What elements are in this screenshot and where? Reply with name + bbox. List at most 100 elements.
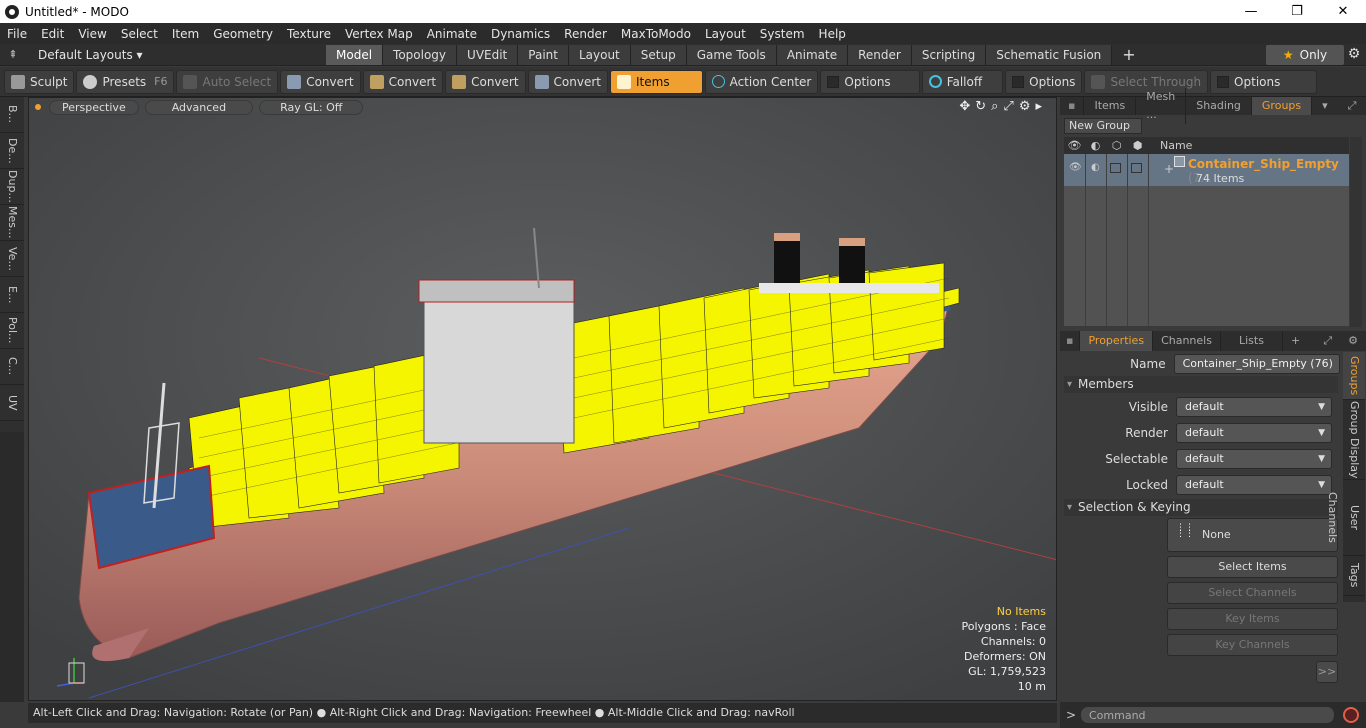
left-tab-uv[interactable]: UV — [0, 385, 24, 421]
tabs-dropdown-icon[interactable]: ▾ — [1312, 97, 1338, 115]
tab-shading[interactable]: Shading — [1186, 97, 1252, 115]
viewport-gear-icon[interactable]: ⚙ — [1019, 99, 1031, 114]
tab-render[interactable]: Render — [848, 44, 912, 65]
more-button[interactable]: >> — [1316, 661, 1338, 683]
left-tab-polygon[interactable]: Pol... — [0, 313, 24, 349]
side-tab-group-display[interactable]: Group Display — [1343, 400, 1365, 480]
menu-file[interactable]: File — [0, 27, 34, 41]
tab-schematic-fusion[interactable]: Schematic Fusion — [986, 44, 1113, 65]
tab-setup[interactable]: Setup — [630, 44, 687, 65]
select-toggle[interactable] — [1110, 163, 1121, 173]
expand-icon[interactable]: + — [1164, 162, 1174, 176]
eye-icon[interactable]: 👁 — [1069, 162, 1082, 173]
left-tab-edge[interactable]: E... — [0, 277, 24, 313]
tab-topology[interactable]: Topology — [383, 44, 458, 65]
properties-menu-icon[interactable]: ▪ — [1060, 331, 1081, 351]
maximize-button[interactable]: ❐ — [1274, 0, 1320, 23]
command-input[interactable]: Command — [1080, 706, 1335, 724]
convert-button-4[interactable]: Convert — [527, 69, 608, 94]
properties-expand-icon[interactable]: ⤢ — [1315, 331, 1340, 351]
add-tab-button[interactable]: + — [1112, 45, 1145, 65]
side-tab-tags[interactable]: Tags — [1343, 556, 1365, 596]
left-tab-curve[interactable]: C... — [0, 349, 24, 385]
menu-layout[interactable]: Layout — [698, 27, 753, 41]
only-button[interactable]: ★ Only — [1266, 45, 1344, 65]
raygl-button[interactable]: Ray GL: Off — [259, 99, 364, 115]
tab-channels[interactable]: Channels — [1153, 331, 1221, 351]
render-toggle-icon[interactable]: ◐ — [1091, 162, 1100, 173]
auto-select-button[interactable]: Auto Select — [176, 69, 279, 94]
add-properties-tab-button[interactable]: + — [1283, 331, 1308, 351]
new-group-button[interactable]: New Group — [1064, 118, 1142, 134]
presets-button[interactable]: Presets F6 — [76, 69, 175, 94]
name-field[interactable]: Container_Ship_Empty (76) — [1173, 354, 1340, 374]
panel-menu-icon[interactable]: ▪ — [1060, 97, 1085, 115]
selection-keying-section[interactable]: Selection & Keying — [1064, 499, 1338, 516]
close-button[interactable]: ✕ — [1320, 0, 1366, 23]
convert-button-2[interactable]: Convert — [362, 69, 444, 94]
tab-scripting[interactable]: Scripting — [911, 44, 987, 65]
options-button-2[interactable]: Options — [1005, 69, 1083, 94]
tab-uvedit[interactable]: UVEdit — [457, 44, 519, 65]
record-macro-icon[interactable] — [1343, 707, 1359, 723]
tab-animate[interactable]: Animate — [776, 44, 849, 65]
menu-geometry[interactable]: Geometry — [206, 27, 280, 41]
left-tab-basic[interactable]: B... — [0, 97, 24, 133]
tab-groups[interactable]: Groups — [1251, 97, 1313, 115]
menu-edit[interactable]: Edit — [34, 27, 71, 41]
pin-icon[interactable]: ⇞ — [0, 48, 26, 61]
key-channels-button[interactable]: Key Channels — [1167, 634, 1338, 656]
tab-items[interactable]: Items — [1084, 97, 1137, 115]
menu-texture[interactable]: Texture — [280, 27, 338, 41]
menu-render[interactable]: Render — [557, 27, 614, 41]
tab-paint[interactable]: Paint — [518, 44, 569, 65]
pan-icon[interactable]: ✥ — [959, 99, 970, 114]
viewport-expand-icon[interactable]: ▸ — [1035, 99, 1042, 114]
members-section[interactable]: Members — [1064, 376, 1338, 393]
options-button-1[interactable]: Options — [820, 69, 920, 94]
zoom-icon[interactable]: ⌕ — [991, 99, 998, 114]
rotate-icon[interactable]: ↻ — [975, 99, 986, 114]
menu-help[interactable]: Help — [812, 27, 853, 41]
render-dropdown[interactable]: default ▼ — [1176, 423, 1332, 443]
side-tab-user-channels[interactable]: User Channels — [1326, 480, 1365, 556]
advanced-button[interactable]: Advanced — [144, 99, 254, 115]
left-tab-vertex[interactable]: Ve... — [0, 241, 24, 277]
select-items-button[interactable]: Select Items — [1167, 556, 1338, 578]
side-tab-groups[interactable]: Groups — [1343, 352, 1365, 400]
options-button-3[interactable]: Options — [1210, 69, 1318, 94]
fit-icon[interactable]: ⤢ — [1003, 99, 1013, 114]
visible-dropdown[interactable]: default ▼ — [1176, 397, 1332, 417]
gear-icon[interactable]: ⚙ — [1346, 46, 1362, 62]
minimize-button[interactable]: — — [1228, 0, 1274, 23]
tab-properties[interactable]: Properties — [1080, 331, 1154, 351]
sculpt-button[interactable]: Sculpt — [4, 69, 75, 94]
menu-item[interactable]: Item — [165, 27, 206, 41]
tab-game-tools[interactable]: Game Tools — [686, 44, 777, 65]
tab-model[interactable]: Model — [326, 44, 384, 65]
items-button[interactable]: Items — [610, 69, 703, 94]
menu-select[interactable]: Select — [114, 27, 165, 41]
menu-animate[interactable]: Animate — [420, 27, 484, 41]
menu-view[interactable]: View — [71, 27, 113, 41]
properties-gear-icon[interactable]: ⚙ — [1340, 331, 1366, 351]
panel-expand-icon[interactable]: ⤢ — [1338, 97, 1366, 115]
locked-dropdown[interactable]: default ▼ — [1176, 475, 1332, 495]
tab-lists[interactable]: Lists — [1221, 331, 1283, 351]
tab-mesh[interactable]: Mesh ... — [1136, 88, 1187, 124]
lock-toggle[interactable] — [1131, 163, 1142, 173]
tab-layout[interactable]: Layout — [568, 44, 631, 65]
perspective-button[interactable]: Perspective — [49, 99, 139, 115]
menu-maxtomodo[interactable]: MaxToModo — [614, 27, 698, 41]
3d-viewport[interactable]: Perspective Advanced Ray GL: Off ✥ ↻ ⌕ ⤢… — [28, 97, 1057, 701]
selectable-dropdown[interactable]: default ▼ — [1176, 449, 1332, 469]
falloff-button[interactable]: Falloff — [921, 69, 1004, 94]
left-tab-duplicate[interactable]: Dup... — [0, 169, 24, 205]
left-tab-deform[interactable]: De... — [0, 133, 24, 169]
menu-vertex-map[interactable]: Vertex Map — [338, 27, 420, 41]
convert-button-3[interactable]: Convert — [445, 69, 526, 94]
key-items-button[interactable]: Key Items — [1167, 608, 1338, 630]
menu-system[interactable]: System — [753, 27, 812, 41]
action-center-button[interactable]: Action Center — [704, 69, 819, 94]
groups-scrollbar[interactable] — [1350, 137, 1362, 327]
